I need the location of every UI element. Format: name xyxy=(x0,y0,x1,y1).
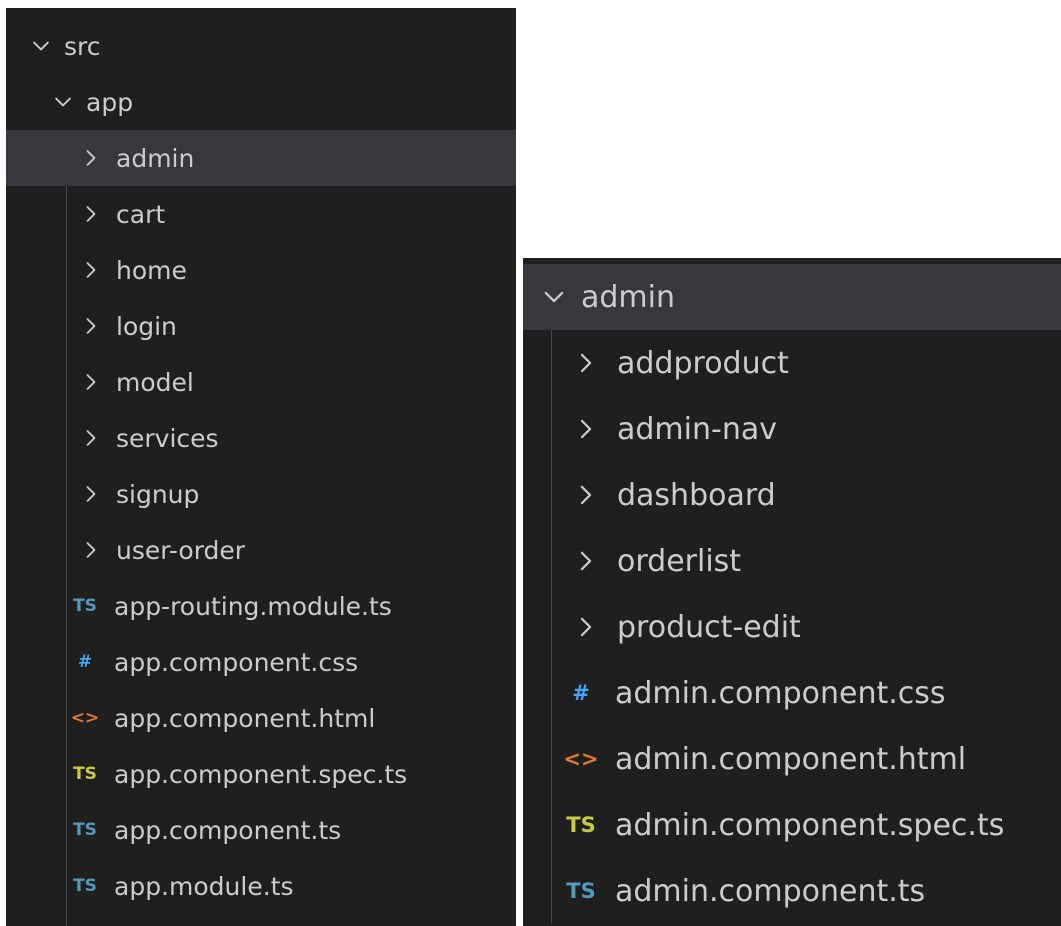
html-icon: <> xyxy=(563,747,599,771)
folder-label: login xyxy=(116,311,177,341)
file-label: app.component.ts xyxy=(114,815,342,845)
chevron-right-icon[interactable] xyxy=(573,614,599,640)
folder-label: admin-nav xyxy=(617,411,777,447)
tree-item-file[interactable]: TS app-routing.module.ts xyxy=(6,578,516,634)
css-icon: # xyxy=(572,681,590,705)
chevron-right-icon[interactable] xyxy=(80,203,102,225)
file-label: app.component.html xyxy=(114,703,376,733)
chevron-right-icon[interactable] xyxy=(80,483,102,505)
css-icon: # xyxy=(77,652,93,672)
html-icon: <> xyxy=(70,708,100,728)
chevron-down-icon[interactable] xyxy=(30,35,54,57)
tree-item-file[interactable]: # app.component.css xyxy=(6,634,516,690)
chevron-right-icon[interactable] xyxy=(573,416,599,442)
folder-label: signup xyxy=(116,479,200,509)
tree-item-admin[interactable]: admin xyxy=(523,264,1061,330)
file-label: app-routing.module.ts xyxy=(114,591,392,621)
folder-label: src xyxy=(64,31,101,61)
folder-label: home xyxy=(116,255,187,285)
tree-item-file[interactable]: TS app.module.ts xyxy=(6,858,516,914)
folder-label: addproduct xyxy=(617,345,789,381)
tree-item-home[interactable]: home xyxy=(6,242,516,298)
chevron-right-icon[interactable] xyxy=(80,259,102,281)
tree-item-user-order[interactable]: user-order xyxy=(6,522,516,578)
folder-label: app xyxy=(86,87,134,117)
chevron-right-icon[interactable] xyxy=(80,427,102,449)
chevron-right-icon[interactable] xyxy=(573,350,599,376)
file-label: app.component.css xyxy=(114,647,359,677)
tree-item-src[interactable]: src xyxy=(6,18,516,74)
file-label: admin.component.spec.ts xyxy=(615,807,1005,843)
chevron-right-icon[interactable] xyxy=(80,539,102,561)
folder-label: model xyxy=(116,367,194,397)
tree-item-orderlist[interactable]: orderlist xyxy=(523,528,1061,594)
tree-item-signup[interactable]: signup xyxy=(6,466,516,522)
explorer-tree-src: src app admin cart home login model services sig… xyxy=(6,8,516,926)
tree-item-product-edit[interactable]: product-edit xyxy=(523,594,1061,660)
chevron-right-icon[interactable] xyxy=(80,315,102,337)
typescript-icon: TS xyxy=(73,596,97,616)
tree-item-addproduct[interactable]: addproduct xyxy=(523,330,1061,396)
tree-item-file[interactable]: # admin.component.css xyxy=(523,660,1061,726)
file-label: admin.component.css xyxy=(615,675,946,711)
folder-label: services xyxy=(116,423,219,453)
tree-item-cart[interactable]: cart xyxy=(6,186,516,242)
tree-item-file[interactable]: TS admin.component.ts xyxy=(523,858,1061,924)
tree-item-file[interactable]: TS app.component.ts xyxy=(6,802,516,858)
folder-label: product-edit xyxy=(617,609,801,645)
file-label: app.component.spec.ts xyxy=(114,759,408,789)
tree-item-file[interactable]: TS app.component.spec.ts xyxy=(6,746,516,802)
tree-item-file[interactable]: <> admin.component.html xyxy=(523,726,1061,792)
tree-item-admin[interactable]: admin xyxy=(6,130,516,186)
tree-item-admin-nav[interactable]: admin-nav xyxy=(523,396,1061,462)
tree-item-file[interactable]: <> app.component.html xyxy=(6,690,516,746)
tree-item-file[interactable]: TS admin.component.spec.ts xyxy=(523,792,1061,858)
file-label: app.module.ts xyxy=(114,871,294,901)
tree-item-app[interactable]: app xyxy=(6,74,516,130)
folder-label: admin xyxy=(581,279,675,315)
folder-label: user-order xyxy=(116,535,246,565)
typescript-spec-icon: TS xyxy=(566,813,596,837)
tree-item-services[interactable]: services xyxy=(6,410,516,466)
chevron-down-icon[interactable] xyxy=(52,91,76,113)
folder-label: orderlist xyxy=(617,543,742,579)
chevron-right-icon[interactable] xyxy=(80,371,102,393)
chevron-down-icon[interactable] xyxy=(541,284,569,310)
tree-item-dashboard[interactable]: dashboard xyxy=(523,462,1061,528)
tree-item-model[interactable]: model xyxy=(6,354,516,410)
file-label: admin.component.ts xyxy=(615,873,926,909)
typescript-icon: TS xyxy=(73,820,97,840)
folder-label: admin xyxy=(116,143,195,173)
folder-label: dashboard xyxy=(617,477,776,513)
typescript-spec-icon: TS xyxy=(73,764,97,784)
chevron-right-icon[interactable] xyxy=(80,147,102,169)
typescript-icon: TS xyxy=(73,876,97,896)
folder-label: cart xyxy=(116,199,166,229)
chevron-right-icon[interactable] xyxy=(573,482,599,508)
tree-item-login[interactable]: login xyxy=(6,298,516,354)
chevron-right-icon[interactable] xyxy=(573,548,599,574)
typescript-icon: TS xyxy=(566,879,596,903)
explorer-tree-admin: admin addproduct admin-nav dashboard orderli… xyxy=(523,258,1061,926)
file-label: admin.component.html xyxy=(615,741,967,777)
